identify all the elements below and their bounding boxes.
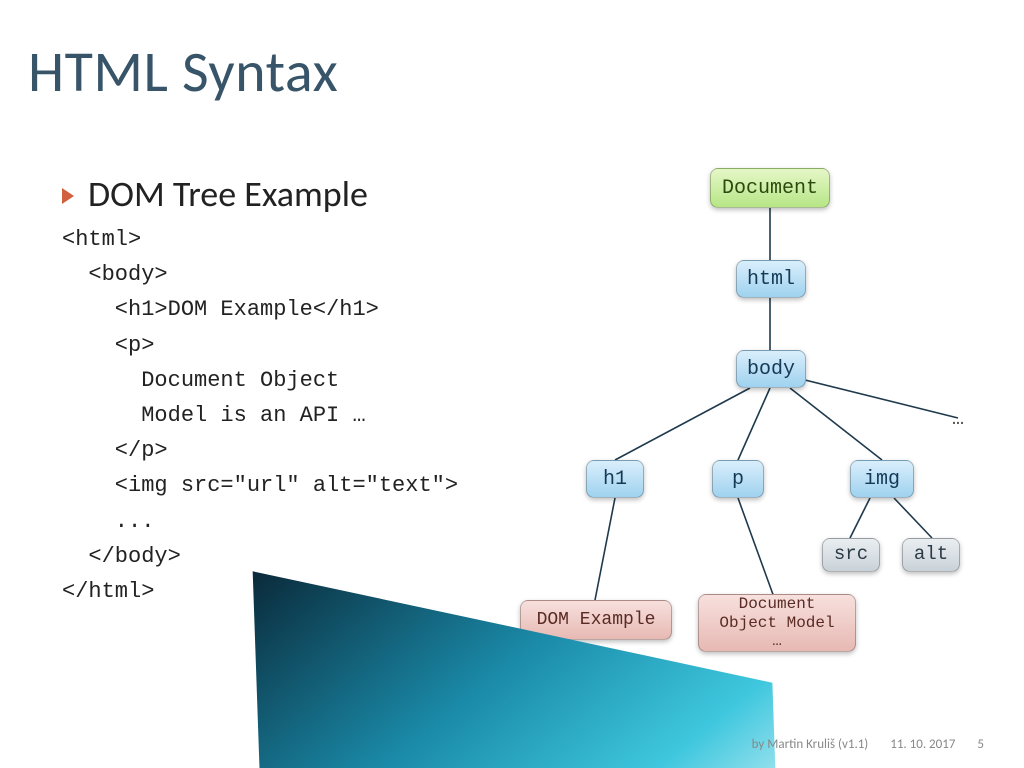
footer-page: 5 (977, 737, 984, 752)
node-p-text: Document Object Model … (698, 594, 856, 652)
footer: by Martin Kruliš (v1.1) 11. 10. 2017 5 (752, 737, 984, 752)
node-h1: h1 (586, 460, 644, 498)
node-alt: alt (902, 538, 960, 572)
slide-title: HTML Syntax (28, 36, 338, 107)
footer-author: by Martin Kruliš (v1.1) (752, 737, 869, 752)
node-ellipsis: … (952, 408, 964, 431)
bullet-row: DOM Tree Example (62, 172, 368, 216)
node-src: src (822, 538, 880, 572)
node-p: p (712, 460, 764, 498)
node-body: body (736, 350, 806, 388)
bullet-text: DOM Tree Example (88, 172, 368, 216)
corner-accent (0, 688, 340, 768)
bullet-icon (62, 188, 74, 204)
code-sample: <html> <body> <h1>DOM Example</h1> <p> D… (62, 222, 458, 609)
node-html: html (736, 260, 806, 298)
dom-tree-diagram: Document html body h1 p img … src alt DO… (520, 150, 1000, 690)
node-img: img (850, 460, 914, 498)
footer-date: 11. 10. 2017 (890, 737, 955, 752)
node-document: Document (710, 168, 830, 208)
slide: HTML Syntax DOM Tree Example <html> <bod… (0, 0, 1024, 768)
